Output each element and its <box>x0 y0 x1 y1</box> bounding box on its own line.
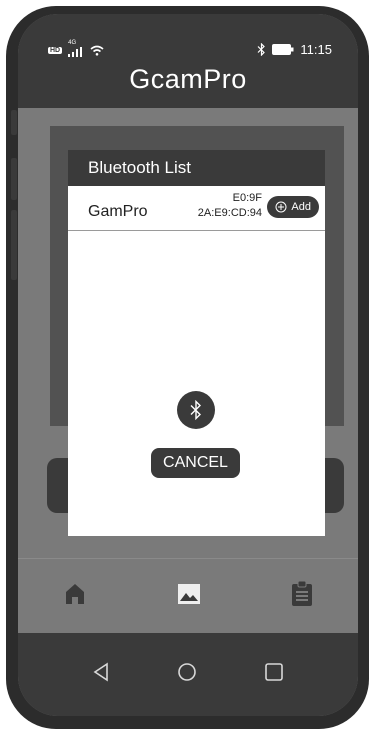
device-row[interactable]: GamPro E0:9F 2A:E9:CD:94 Add <box>68 186 325 231</box>
volume-down-button <box>11 210 17 280</box>
home-circle-icon[interactable] <box>177 662 197 687</box>
add-device-label: Add <box>291 201 311 213</box>
side-button <box>11 110 17 135</box>
bluetooth-scan-button[interactable] <box>177 391 215 429</box>
device-address-line1: E0:9F <box>232 192 262 204</box>
cancel-button[interactable]: CANCEL <box>151 448 240 478</box>
device-address: E0:9F 2A:E9:CD:94 <box>198 191 262 221</box>
volume-up-button <box>11 158 17 200</box>
recents-icon[interactable] <box>264 662 284 687</box>
hd-badge: HD <box>48 46 63 54</box>
screen: HD 4G 11:15 GcamPro Bluetooth List GamPr… <box>18 14 358 716</box>
clipboard-icon[interactable] <box>291 580 313 612</box>
status-bar: HD 4G 11:15 GcamPro <box>18 14 358 108</box>
bluetooth-dialog: Bluetooth List GamPro E0:9F 2A:E9:CD:94 … <box>68 150 325 536</box>
dialog-title: Bluetooth List <box>68 150 325 186</box>
bluetooth-icon <box>257 43 266 56</box>
device-name: GamPro <box>88 203 148 220</box>
network-type: 4G <box>68 40 77 46</box>
add-device-button[interactable]: Add <box>267 196 319 218</box>
home-icon[interactable] <box>63 582 87 611</box>
status-time: 11:15 <box>300 42 332 57</box>
wifi-icon <box>90 45 104 56</box>
system-nav-bar <box>18 633 358 716</box>
add-circle-icon <box>275 201 287 213</box>
bottom-nav <box>18 558 358 634</box>
back-icon[interactable] <box>92 662 110 687</box>
device-address-line2: 2A:E9:CD:94 <box>197 207 262 219</box>
bluetooth-icon <box>190 400 201 420</box>
battery-icon <box>272 44 294 55</box>
signal-icon: 4G <box>68 40 84 57</box>
gallery-icon[interactable] <box>177 583 201 610</box>
app-title: GcamPro <box>129 64 247 94</box>
